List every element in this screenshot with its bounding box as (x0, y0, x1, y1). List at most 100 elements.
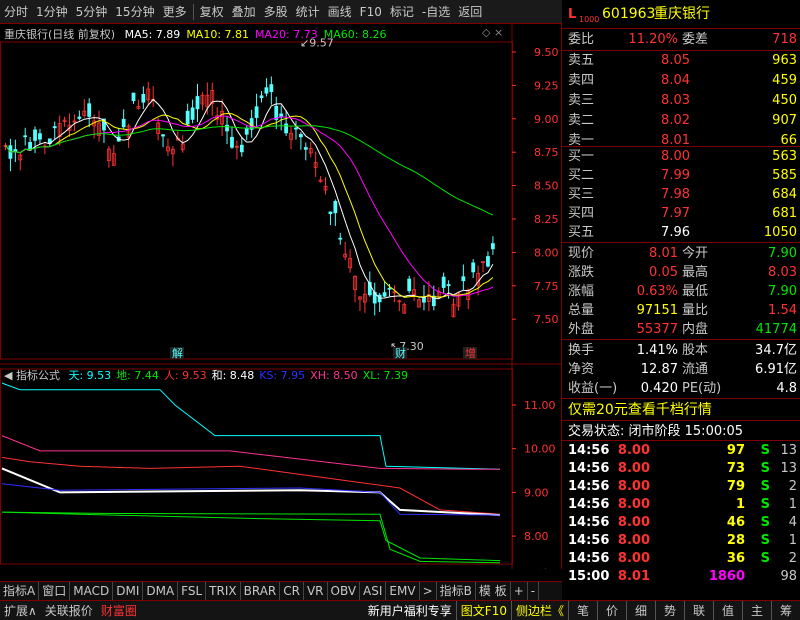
status-promo[interactable]: 新用户福利专享 (364, 601, 456, 620)
indicator-tab-16[interactable]: + (511, 581, 528, 601)
tian-line (1, 382, 501, 470)
indicator-tab-13[interactable]: > (420, 581, 437, 601)
bid-price: 7.99 (661, 168, 690, 183)
indicator-tab-7[interactable]: BRAR (241, 581, 281, 601)
candle-body (13, 149, 18, 152)
candle-body (446, 284, 451, 286)
indicator-tab-10[interactable]: OBV (328, 581, 361, 601)
price-tick-label: 8.75 (534, 146, 559, 159)
event-marker[interactable]: 增 (465, 346, 476, 360)
indicator-values: 天: 9.53 地: 7.44 人: 9.53 和: 8.48 KS: 7.95 XH: … (63, 369, 408, 382)
status-left-0[interactable]: 扩展∧ (0, 601, 41, 620)
quote-row: 买一 8.00 563 (562, 147, 800, 166)
period-label[interactable]: 日线 (526, 568, 550, 569)
indicator-arrow-icon[interactable]: ◀ (4, 369, 12, 382)
indicator-tab-17[interactable]: - (528, 581, 540, 601)
toolbar-btn-7[interactable]: 多股 (260, 0, 292, 24)
tick-count: 4 (788, 515, 797, 530)
stat2-label: 换手 (568, 343, 595, 358)
indicator-tab-14[interactable]: 指标B (437, 581, 476, 601)
indicator-tab-1[interactable]: 窗口 (39, 581, 71, 601)
stock-tag: L (568, 7, 577, 22)
close-icon[interactable]: × (494, 26, 503, 39)
quote-divider (562, 28, 800, 29)
candle-body (185, 110, 190, 125)
he-line (1, 467, 501, 517)
quote-nav-0[interactable]: 笔 (568, 600, 597, 620)
status-right-tab-0[interactable]: 图文F10 (455, 600, 511, 620)
tick-side: S (760, 461, 770, 476)
ask-volume: 963 (772, 53, 797, 68)
event-marker[interactable]: 财 (395, 346, 406, 360)
ask-volume: 450 (772, 93, 797, 108)
event-marker[interactable]: 解 (172, 346, 183, 360)
toolbar-btn-0[interactable]: 分时 (0, 0, 32, 24)
toolbar-btn-6[interactable]: 叠加 (228, 0, 260, 24)
toolbar-btn-9[interactable]: 画线 (324, 0, 356, 24)
ma20-line (5, 115, 494, 297)
toolbar-btn-5[interactable]: 复权 (196, 0, 228, 24)
price-tick-label: 9.25 (534, 79, 559, 92)
quote-row: 14:56 8.00 97 S 13 (562, 442, 800, 460)
indicator-tab-9[interactable]: VR (304, 581, 328, 601)
indicator-tab-12[interactable]: EMV (386, 581, 420, 601)
tick-price: 8.00 (617, 443, 650, 458)
toolbar-btn-2[interactable]: 5分钟 (72, 0, 112, 24)
quote-nav-1[interactable]: 价 (597, 600, 626, 620)
quote-row: 14:56 8.00 79 S 2 (562, 478, 800, 496)
indicator-tab-0[interactable]: 指标A (0, 581, 40, 601)
status-right-tab-1[interactable]: 侧边栏《 (510, 600, 568, 620)
toolbar-btn-13[interactable]: 返回 (454, 0, 486, 24)
quote-nav-5[interactable]: 值 (713, 600, 742, 620)
quote-nav-7[interactable]: 筹 (771, 600, 800, 620)
bid-volume: 684 (772, 187, 797, 202)
tick-price: 8.00 (617, 533, 650, 548)
bid-price: 8.00 (661, 149, 690, 164)
stat-label: 最低 (682, 284, 709, 299)
bid-label: 买五 (568, 225, 595, 240)
bid-label: 买二 (568, 168, 595, 183)
stat-value: 41774 (755, 322, 797, 337)
status-left-2[interactable]: 财富圈 (97, 601, 141, 620)
candle-body (38, 133, 42, 140)
indicator-legend-item: 人: 9.53 (163, 369, 207, 382)
indicator-tab-3[interactable]: DMI (113, 581, 144, 601)
indicator-tab-8[interactable]: CR (280, 581, 304, 601)
indicator-title[interactable]: 指标公式 (16, 369, 60, 382)
indicator-tab-6[interactable]: TRIX (206, 581, 241, 601)
indicator-tab-11[interactable]: ASI (360, 581, 387, 601)
kline-chart-panel[interactable]: 9.50 9.25 9.00 8.75 8.50 8.25 8.00 7.75 7.50 ↙9.5… (0, 24, 562, 569)
indicator-tab-2[interactable]: MACD (70, 581, 114, 601)
indicator-tab-15[interactable]: 模 板 (476, 581, 511, 601)
candle-body (195, 96, 200, 110)
price-pane-frame (0, 41, 513, 360)
level2-promo[interactable]: 仅需20元查看千档行情 (568, 401, 712, 420)
toolbar-btn-11[interactable]: 标记 (386, 0, 418, 24)
ma-legend-item: MA10: 7.81 (186, 28, 250, 41)
price-tick-label: 8.25 (534, 213, 559, 226)
tick-volume: 28 (726, 533, 745, 548)
quote-nav-3[interactable]: 势 (655, 600, 684, 620)
diamond-icon[interactable]: ◇ (482, 26, 490, 39)
indicator-legend: ◀ 指标公式 天: 9.53 地: 7.44 人: 9.53 和: 8.48 KS: 7… (4, 367, 408, 383)
toolbar-btn-12[interactable]: -自选 (418, 0, 454, 24)
quote-nav-2[interactable]: 细 (626, 600, 655, 620)
candle-body (161, 134, 165, 137)
toolbar-btn-1[interactable]: 1分钟 (32, 0, 72, 24)
toolbar-btn-4[interactable]: 更多 (159, 0, 191, 24)
indicator-tab-5[interactable]: FSL (178, 581, 207, 601)
quote-nav-6[interactable]: 主 (742, 600, 771, 620)
toolbar-btn-8[interactable]: 统计 (292, 0, 324, 24)
stat-label: 量比 (682, 303, 709, 318)
bid-volume: 563 (772, 149, 797, 164)
candle-body (303, 147, 308, 150)
toolbar-btn-10[interactable]: F10 (356, 0, 386, 24)
indicator-tab-4[interactable]: DMA (143, 581, 179, 601)
ask-price: 8.02 (661, 113, 690, 128)
tick-count: 2 (788, 551, 797, 566)
status-left-1[interactable]: 关联报价 (41, 601, 97, 620)
ma-legend-item: MA60: 8.26 (323, 28, 387, 41)
quote-nav-4[interactable]: 联 (684, 600, 713, 620)
toolbar-btn-3[interactable]: 15分钟 (111, 0, 158, 24)
kline-chart-svg[interactable]: 9.509.259.008.758.508.258.007.757.50↙9.5… (0, 24, 562, 569)
